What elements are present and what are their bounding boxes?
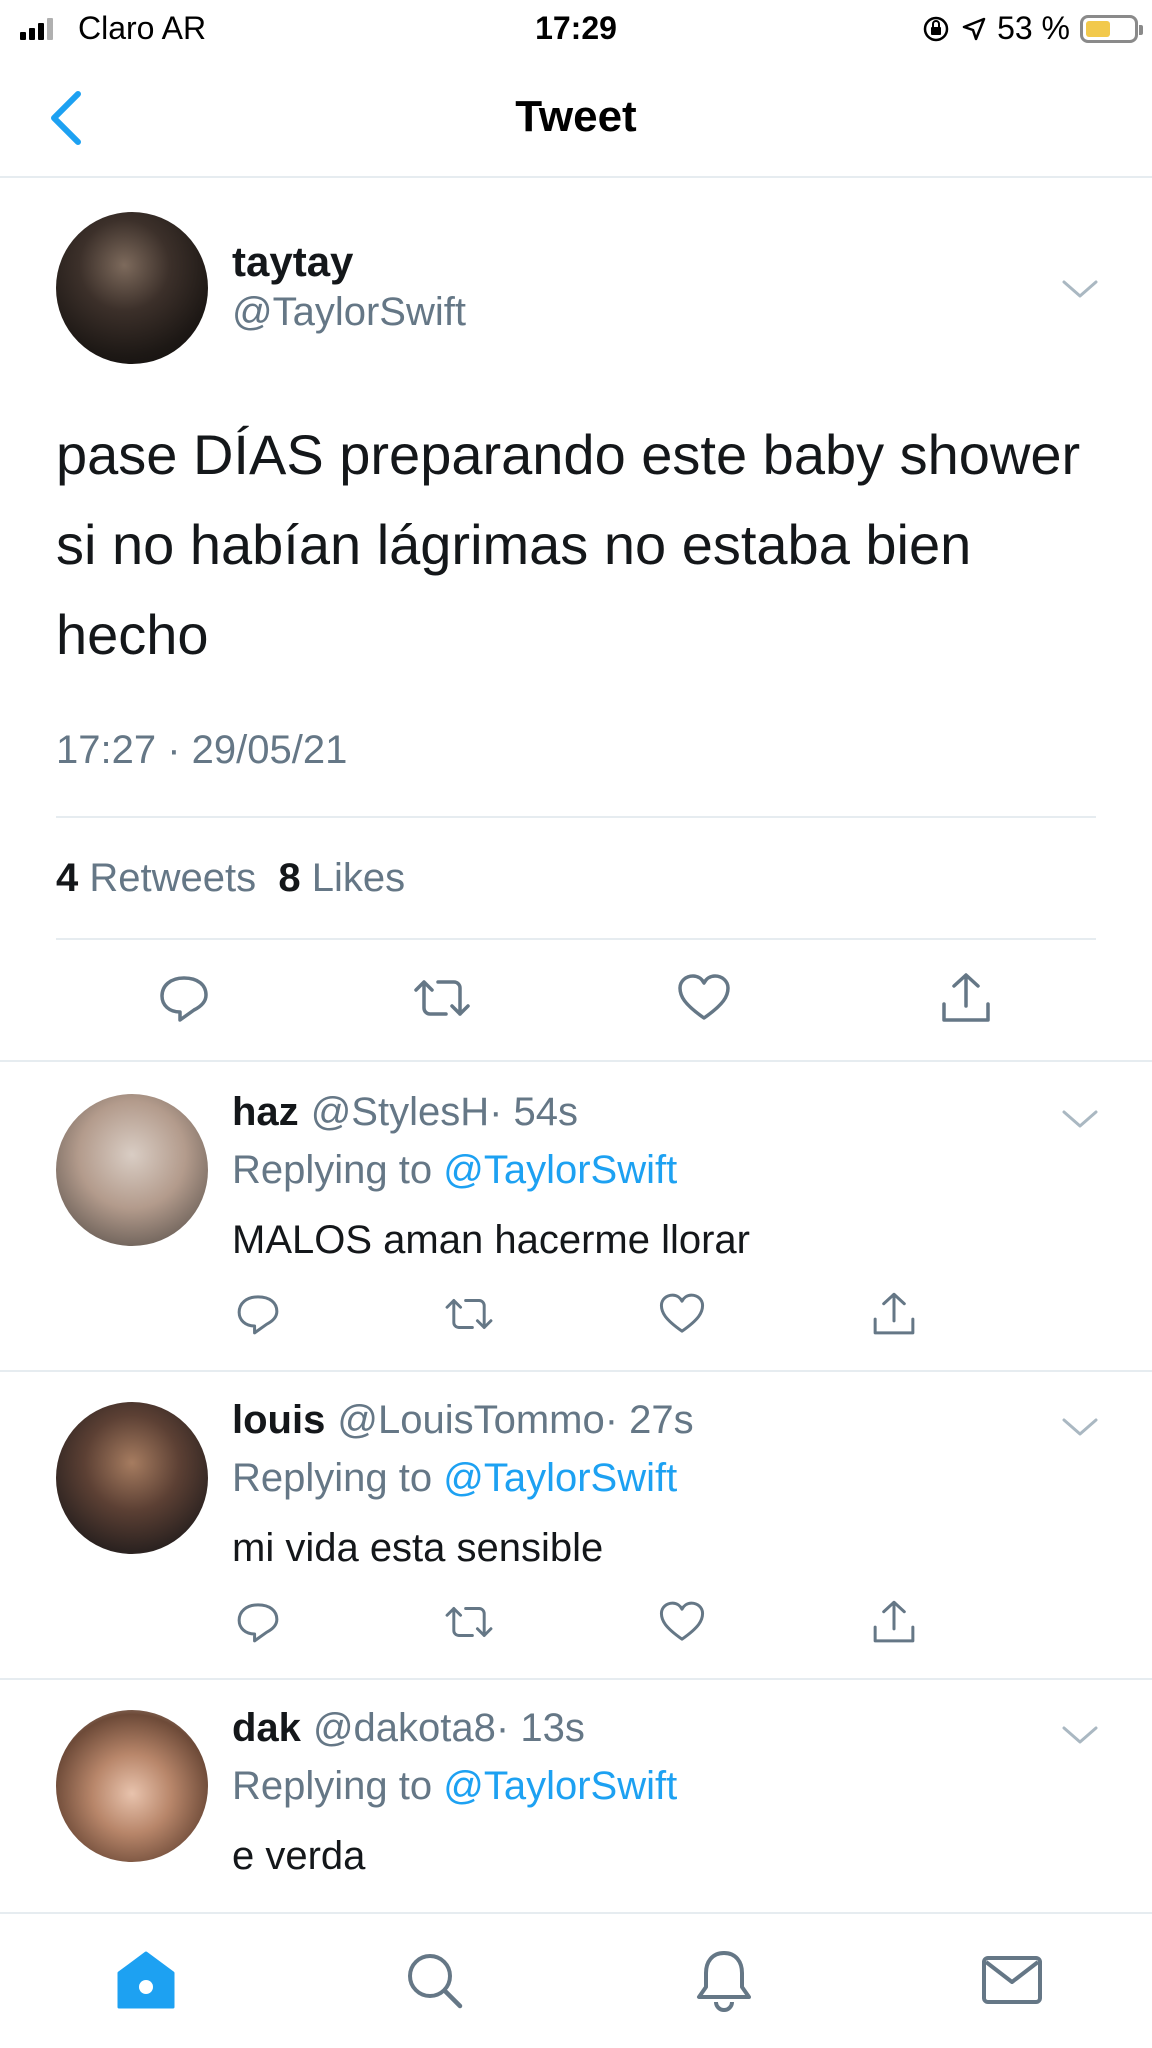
retweets-count[interactable]: 4: [56, 856, 78, 900]
tab-bar: [0, 1912, 1152, 2048]
like-button[interactable]: [658, 1290, 706, 1338]
author-handle[interactable]: @dakota8: [313, 1706, 496, 1750]
tab-notifications[interactable]: [688, 1944, 760, 2016]
reply-tweet[interactable]: louis @LouisTommo· 27s Replying to @Taylo…: [0, 1372, 1152, 1680]
avatar[interactable]: [56, 1094, 208, 1246]
nav-bar: Tweet: [0, 60, 1152, 178]
like-icon: [659, 1293, 705, 1333]
reply-header: louis @LouisTommo· 27s: [232, 1398, 694, 1443]
tweet-stats: 4 Retweets 8 Likes: [56, 856, 405, 901]
author-name[interactable]: louis: [232, 1398, 325, 1442]
like-button[interactable]: [658, 1598, 706, 1646]
author-name[interactable]: dak: [232, 1706, 301, 1750]
avatar[interactable]: [56, 212, 208, 364]
reply-age: · 54s: [489, 1090, 579, 1134]
reply-age: · 13s: [495, 1706, 585, 1750]
author-handle[interactable]: @LouisTommo: [337, 1398, 604, 1442]
reply-button[interactable]: [234, 1598, 282, 1646]
home-icon: [117, 1951, 175, 2009]
reply-icon: [237, 1603, 279, 1643]
mention-link[interactable]: @TaylorSwift: [443, 1456, 677, 1500]
page-title: Tweet: [515, 92, 637, 141]
tab-search[interactable]: [398, 1944, 470, 2016]
share-button[interactable]: [938, 970, 994, 1026]
likes-label[interactable]: Likes: [312, 856, 405, 900]
reply-button[interactable]: [156, 970, 212, 1026]
location-icon: [962, 17, 986, 40]
status-bar: Claro AR 17:29 53 %: [0, 0, 1152, 60]
like-button[interactable]: [676, 970, 732, 1026]
share-icon: [873, 1600, 915, 1643]
author-name[interactable]: haz: [232, 1090, 299, 1134]
reply-text: mi vida esta sensible: [232, 1526, 604, 1570]
replying-to: Replying to @TaylorSwift: [232, 1764, 677, 1809]
reply-header: haz @StylesH· 54s: [232, 1090, 578, 1135]
chevron-down-icon[interactable]: [1060, 1108, 1100, 1132]
main-tweet: taytay @TaylorSwift pase DÍAS preparando…: [0, 180, 1152, 1062]
divider: [56, 938, 1096, 940]
tweet-timestamp: 17:27 · 29/05/21: [56, 728, 348, 772]
tab-messages[interactable]: [976, 1944, 1048, 2016]
retweet-icon: [445, 1299, 493, 1329]
status-right: 53 %: [921, 10, 1143, 47]
reply-age: · 27s: [604, 1398, 694, 1442]
retweet-button[interactable]: [442, 1598, 496, 1646]
replying-label: Replying to: [232, 1764, 433, 1808]
tab-home[interactable]: [110, 1944, 182, 2016]
like-icon: [678, 974, 730, 1020]
reply-text: MALOS aman hacerme llorar: [232, 1218, 750, 1262]
notifications-icon: [697, 1951, 751, 2012]
author-handle[interactable]: @TaylorSwift: [232, 290, 466, 335]
messages-icon: [982, 1956, 1042, 2004]
mention-link[interactable]: @TaylorSwift: [443, 1764, 677, 1808]
battery-icon: [1080, 14, 1143, 43]
share-button[interactable]: [870, 1290, 918, 1338]
reply-button[interactable]: [234, 1290, 282, 1338]
replying-label: Replying to: [232, 1148, 433, 1192]
retweet-icon: [414, 980, 470, 1016]
author-name[interactable]: taytay: [232, 238, 353, 286]
retweet-button[interactable]: [410, 970, 474, 1026]
chevron-down-icon[interactable]: [1060, 1416, 1100, 1440]
reply-icon: [160, 976, 208, 1022]
avatar[interactable]: [56, 1710, 208, 1862]
chevron-down-icon[interactable]: [1060, 1724, 1100, 1748]
reply-header: dak @dakota8· 13s: [232, 1706, 585, 1751]
tweet-text: pase DÍAS preparando este baby shower si…: [56, 423, 1081, 666]
reply-icon: [237, 1295, 279, 1335]
reply-tweet[interactable]: dak @dakota8· 13s Replying to @TaylorSwif…: [0, 1680, 1152, 1912]
avatar[interactable]: [56, 1402, 208, 1554]
retweets-label[interactable]: Retweets: [89, 856, 256, 900]
share-icon: [873, 1292, 915, 1335]
battery-percent: 53 %: [997, 10, 1070, 46]
share-icon: [942, 973, 990, 1022]
replying-label: Replying to: [232, 1456, 433, 1500]
chevron-down-icon[interactable]: [1060, 278, 1100, 302]
reply-tweet[interactable]: haz @StylesH· 54s Replying to @TaylorSwif…: [0, 1064, 1152, 1372]
replying-to: Replying to @TaylorSwift: [232, 1148, 677, 1193]
share-button[interactable]: [870, 1598, 918, 1646]
author-handle[interactable]: @StylesH: [311, 1090, 489, 1134]
retweet-icon: [445, 1607, 493, 1637]
search-icon: [408, 1954, 463, 2009]
orientation-lock-icon: [923, 16, 949, 41]
reply-text: e verda: [232, 1834, 366, 1878]
divider: [56, 816, 1096, 818]
mention-link[interactable]: @TaylorSwift: [443, 1148, 677, 1192]
likes-count[interactable]: 8: [278, 856, 300, 900]
retweet-button[interactable]: [442, 1290, 496, 1338]
replying-to: Replying to @TaylorSwift: [232, 1456, 677, 1501]
battery-fill: [1086, 20, 1111, 37]
like-icon: [659, 1601, 705, 1641]
